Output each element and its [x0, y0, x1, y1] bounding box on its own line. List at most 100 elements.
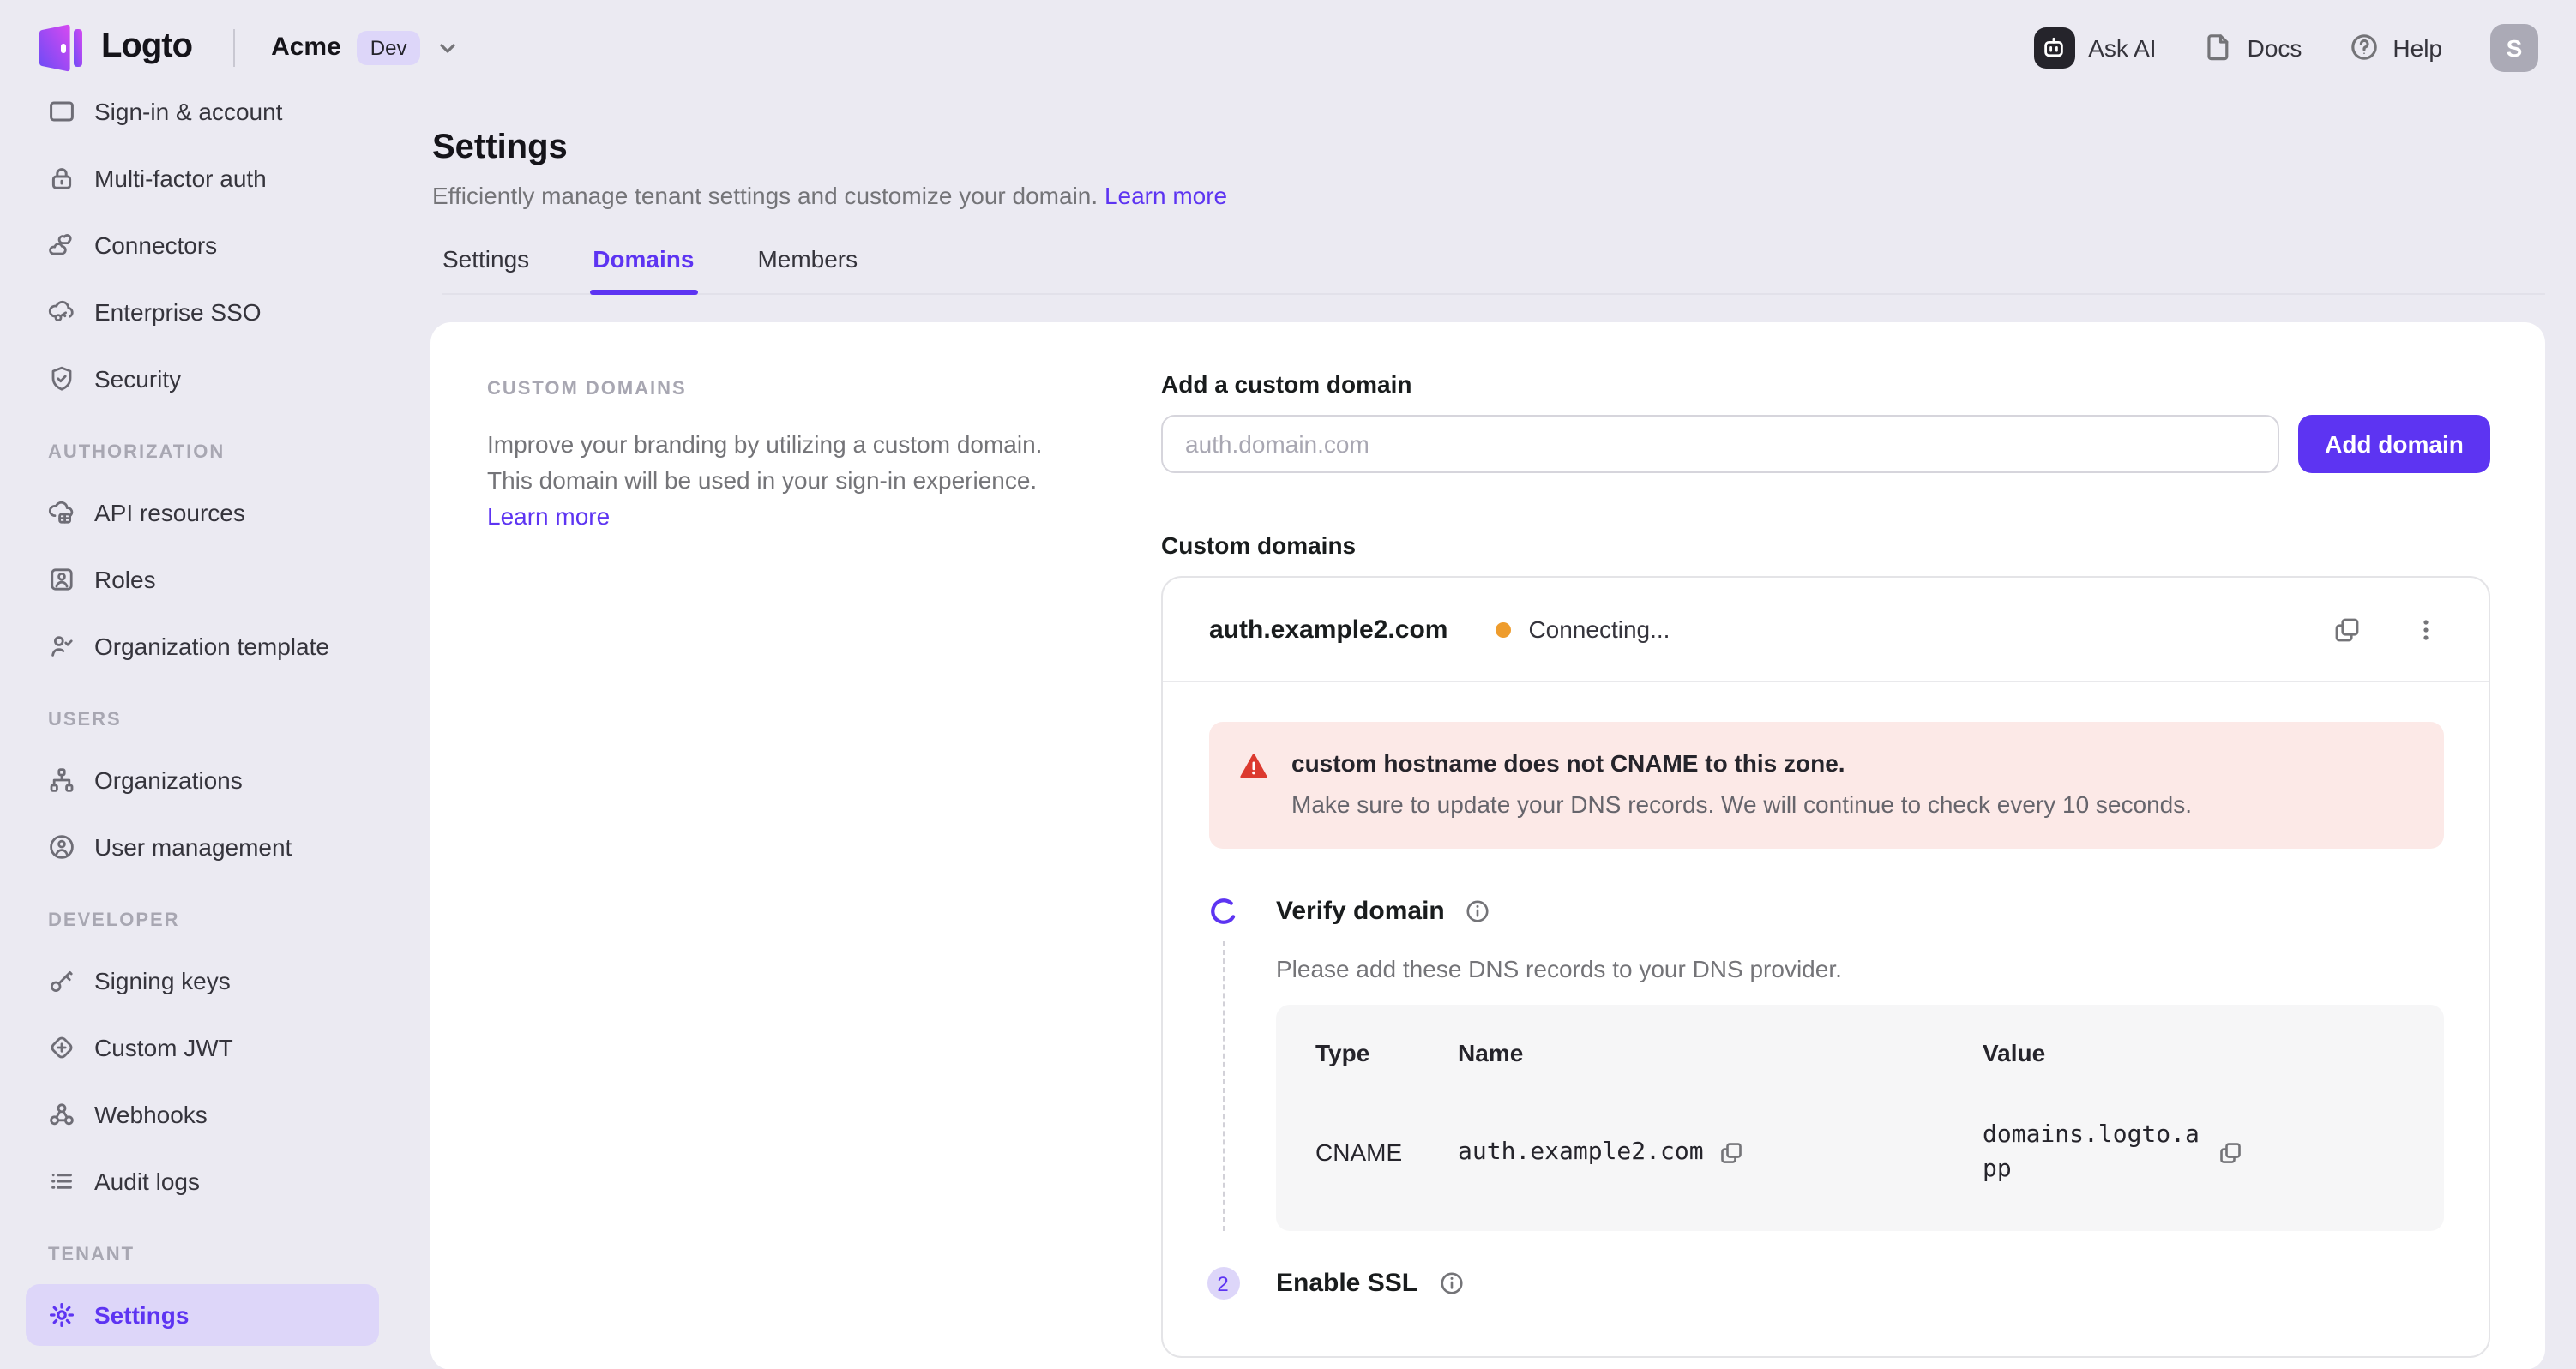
tenant-env-badge: Dev: [357, 30, 421, 64]
section-learn-more-link[interactable]: Learn more: [487, 502, 610, 530]
custom-domains-form: Add a custom domain Add domain Custom do…: [1161, 370, 2490, 1358]
window-icon: [48, 97, 75, 124]
dns-record-type: CNAME: [1315, 1138, 1458, 1166]
copy-domain-icon[interactable]: [2329, 612, 2363, 646]
sidebar-item-label: Sign-in & account: [94, 97, 282, 124]
step-description: Please add these DNS records to your DNS…: [1276, 955, 2444, 982]
tenant-name: Acme: [271, 33, 341, 62]
page-subtitle: Efficiently manage tenant settings and c…: [432, 182, 2576, 209]
step-enable-ssl: 2 Enable SSL: [1209, 1267, 2444, 1300]
sidebar-item-settings[interactable]: Settings: [26, 1283, 379, 1345]
ask-ai-button[interactable]: Ask AI: [2033, 27, 2156, 68]
section-description: Improve your branding by utilizing a cus…: [487, 427, 1063, 535]
sidebar-item-api-resources[interactable]: API resources: [26, 481, 379, 543]
sidebar-item-label: Custom JWT: [94, 1033, 233, 1060]
sidebar-item-label: API resources: [94, 498, 245, 525]
sidebar-section-authorization: AUTHORIZATION: [26, 411, 379, 478]
sidebar-item-enterprise-sso[interactable]: Enterprise SSO: [26, 280, 379, 342]
step-number-badge: 2: [1207, 1267, 1239, 1300]
sidebar-item-sign-in-account[interactable]: Sign-in & account: [26, 94, 379, 141]
help-label: Help: [2392, 33, 2442, 61]
error-banner: custom hostname does not CNAME to this z…: [1209, 722, 2444, 849]
sidebar-section-users: USERS: [26, 679, 379, 746]
docs-icon: [2205, 33, 2234, 62]
add-domain-button[interactable]: Add domain: [2298, 415, 2490, 473]
sidebar-item-custom-jwt[interactable]: Custom JWT: [26, 1016, 379, 1078]
sidebar-item-user-management[interactable]: User management: [26, 815, 379, 877]
sidebar-item-label: Enterprise SSO: [94, 297, 262, 325]
dns-record-value: domains.logto.app: [1983, 1118, 2202, 1186]
dns-header-type: Type: [1315, 1039, 1458, 1066]
info-icon[interactable]: [1466, 898, 1491, 924]
domains-card: CUSTOM DOMAINS Improve your branding by …: [430, 322, 2545, 1369]
sidebar-item-label: Signing keys: [94, 966, 231, 994]
user-avatar[interactable]: S: [2490, 23, 2538, 71]
sidebar-item-label: Roles: [94, 565, 156, 592]
sidebar-item-label: Webhooks: [94, 1100, 208, 1127]
docs-button[interactable]: Docs: [2205, 33, 2302, 62]
domain-name: auth.example2.com: [1209, 615, 1447, 644]
sidebar-item-security[interactable]: Security: [26, 347, 379, 409]
cloud-box-icon: [48, 498, 75, 525]
logo[interactable]: Logto: [38, 21, 192, 73]
spinner-icon: [1209, 897, 1238, 926]
sidebar-item-label: Settings: [94, 1300, 189, 1328]
error-description: Make sure to update your DNS records. We…: [1291, 784, 2192, 825]
dns-header-name: Name: [1458, 1039, 1983, 1066]
hierarchy-icon: [48, 766, 75, 793]
tab-domains[interactable]: Domains: [593, 245, 694, 293]
sidebar-item-label: Audit logs: [94, 1167, 200, 1194]
tenant-selector[interactable]: Acme Dev: [271, 30, 460, 64]
person-check-icon: [48, 632, 75, 659]
sidebar-item-label: Security: [94, 364, 181, 392]
page-subtitle-text: Efficiently manage tenant settings and c…: [432, 182, 1098, 209]
tab-members[interactable]: Members: [757, 245, 858, 293]
subtitle-learn-more-link[interactable]: Learn more: [1104, 182, 1227, 209]
logto-logo-icon: [38, 21, 84, 73]
kebab-menu-icon[interactable]: [2408, 612, 2442, 646]
sidebar-item-audit-logs[interactable]: Audit logs: [26, 1150, 379, 1211]
sidebar-item-label: User management: [94, 832, 292, 860]
key-icon: [48, 966, 75, 994]
sidebar-item-webhooks[interactable]: Webhooks: [26, 1083, 379, 1144]
sidebar-item-organizations[interactable]: Organizations: [26, 748, 379, 810]
ask-ai-icon: [2033, 27, 2074, 68]
topbar: Logto Acme Dev Ask AI: [0, 0, 2576, 94]
gear-icon: [48, 1300, 75, 1328]
sidebar-item-label: Multi-factor auth: [94, 164, 267, 191]
copy-value-icon[interactable]: [2218, 1139, 2243, 1165]
sidebar-item-label: Connectors: [94, 231, 217, 258]
info-icon[interactable]: [1438, 1270, 1464, 1296]
tab-bar: Settings Domains Members: [442, 245, 2545, 295]
custom-domains-list-label: Custom domains: [1161, 531, 2490, 559]
page-title: Settings: [432, 129, 2576, 168]
sidebar-section-developer: DEVELOPER: [26, 880, 379, 946]
sidebar-item-signing-keys[interactable]: Signing keys: [26, 949, 379, 1011]
ask-ai-label: Ask AI: [2088, 33, 2156, 61]
sidebar-section-tenant: TENANT: [26, 1214, 379, 1281]
dns-records-table: Type Name Value CNAME auth.example2.com: [1276, 1005, 2444, 1231]
tab-settings[interactable]: Settings: [442, 245, 529, 293]
cloud-key-icon: [48, 297, 75, 325]
copy-name-icon[interactable]: [1719, 1139, 1745, 1165]
sidebar-item-multi-factor-auth[interactable]: Multi-factor auth: [26, 147, 379, 208]
domain-status: Connecting...: [1496, 615, 1670, 643]
sidebar-item-connectors[interactable]: Connectors: [26, 213, 379, 275]
help-button[interactable]: Help: [2350, 33, 2442, 62]
step-verify-domain: Verify domain Please add these DNS recor…: [1209, 897, 2444, 1231]
help-icon: [2350, 33, 2379, 62]
badge-plus-icon: [48, 1033, 75, 1060]
domain-card: auth.example2.com Connecting...: [1161, 576, 2490, 1358]
section-title: CUSTOM DOMAINS: [487, 379, 1087, 399]
sidebar-item-roles[interactable]: Roles: [26, 548, 379, 609]
sidebar-item-organization-template[interactable]: Organization template: [26, 615, 379, 676]
domain-input[interactable]: [1161, 415, 2279, 473]
step-title: Verify domain: [1276, 897, 1445, 926]
domain-card-body: custom hostname does not CNAME to this z…: [1163, 682, 2489, 1356]
error-title: custom hostname does not CNAME to this z…: [1291, 742, 2192, 784]
webhook-icon: [48, 1100, 75, 1127]
chevron-down-icon: [436, 35, 460, 59]
list-icon: [48, 1167, 75, 1194]
status-text: Connecting...: [1528, 615, 1670, 643]
connectors-icon: [48, 231, 75, 258]
